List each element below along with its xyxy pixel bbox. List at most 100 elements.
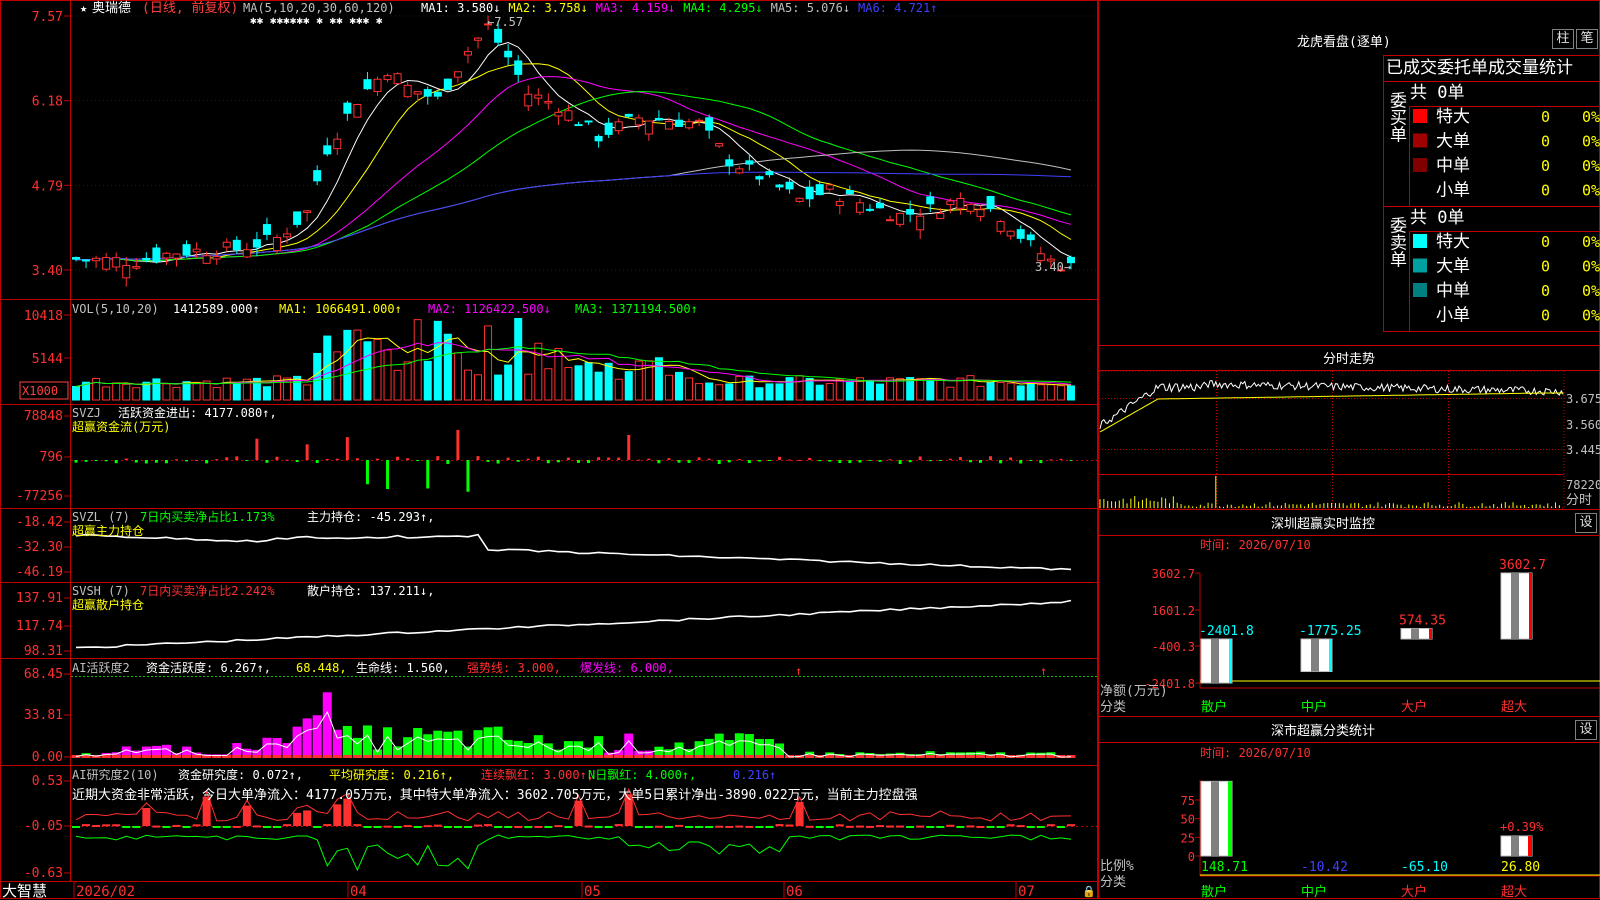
fund-flow-bar — [225, 457, 229, 460]
svzj-panel[interactable]: SVZJ 活跃资金进出: 4177.080↑, 超赢资金流(万元) 788487… — [16, 405, 1097, 504]
svsh-tick-label: 98.31 — [24, 644, 63, 659]
svzl-panel[interactable]: SVZL (7) 7日内买卖净占比1.173% 主力持仓: -45.293↑, … — [16, 509, 1072, 580]
fund-flow-bar — [898, 460, 902, 464]
monitor-bar-chart[interactable]: 3602.71601.2-400.3-2401.8-2401.8散户-1775.… — [1144, 558, 1600, 715]
fund-flow-bar — [858, 460, 862, 463]
ai-activity-panel[interactable]: ↑ ↑ AI活跃度2 资金活跃度: 6.267↑, 68.448, 生命线: 1… — [24, 660, 1097, 765]
candle-body — [785, 181, 794, 190]
classify-category-label: 散户 — [1201, 884, 1227, 900]
svzj-subtitle: 超赢资金流(万元) — [72, 419, 170, 434]
monitor-settings-button[interactable]: 设 — [1575, 513, 1597, 533]
candle-body — [252, 239, 261, 248]
stock-star-icon: ★ — [80, 1, 87, 15]
volume-bar — [232, 382, 241, 401]
research-bar — [373, 826, 382, 828]
sell-row-value: 0 — [1541, 307, 1550, 325]
ma-line — [75, 75, 1072, 262]
candle-body — [433, 91, 442, 97]
volume-bar — [765, 383, 774, 401]
volume-bar — [172, 386, 181, 401]
buy-row-pct: 0% — [1582, 157, 1600, 175]
activity-base — [734, 755, 744, 758]
research-bar — [765, 826, 774, 828]
classify-value-label: -10.42 — [1301, 860, 1348, 875]
research-bar — [936, 826, 945, 828]
activity-base — [322, 755, 332, 758]
activity-base — [925, 755, 935, 758]
candle-body — [313, 170, 322, 182]
research-bar — [855, 825, 864, 828]
monitor-tick-label: -400.3 — [1152, 640, 1195, 654]
ai-tick-label: 0.00 — [32, 750, 63, 765]
activity-line — [75, 710, 1072, 758]
fund-flow-bar — [496, 460, 500, 464]
month-label: 06 — [786, 884, 803, 900]
intraday-chart[interactable] — [1098, 370, 1565, 509]
candle-body — [654, 117, 663, 121]
research-bar — [524, 826, 533, 828]
vol-params: VOL(5,10,20) — [72, 302, 159, 316]
monitor-bar-edge — [1329, 639, 1332, 672]
activity-base — [312, 755, 322, 758]
research-bar — [162, 826, 171, 828]
ai-research-panel[interactable]: AI研究度2(10) 资金研究度: 0.072↑, 平均研究度: 0.216↑,… — [24, 767, 1097, 881]
candle-body — [514, 60, 523, 75]
candle-body — [494, 28, 503, 43]
candle-body — [92, 257, 101, 262]
volume-bar — [926, 378, 935, 401]
activity-base — [302, 755, 312, 758]
svzj-tick-label: -77256 — [16, 489, 63, 504]
activity-base — [332, 755, 342, 758]
research-bar — [283, 824, 292, 827]
fund-flow-bar — [677, 460, 681, 463]
fund-flow-bar — [838, 460, 842, 464]
candle-body — [534, 94, 543, 99]
candle-body — [152, 247, 161, 262]
activity-base — [624, 755, 634, 758]
stock-chart-canvas[interactable]: ★ 奥瑞德 (日线, 前复权) MA(5,10,20,30,60,120) MA… — [0, 0, 1600, 900]
lock-icon[interactable]: 🔒 — [1082, 885, 1096, 898]
activity-base — [955, 755, 965, 758]
price-panel[interactable]: ★ 奥瑞德 (日线, 前复权) MA(5,10,20,30,60,120) MA… — [32, 0, 1097, 287]
research-bar — [675, 824, 683, 827]
volume-bar — [524, 373, 533, 401]
research-tick-label: 0.53 — [32, 774, 63, 789]
activity-base — [523, 755, 533, 758]
ai-tick-label: 68.45 — [24, 667, 63, 682]
research-bar — [835, 824, 844, 827]
vol-tick-label: 5144 — [32, 352, 63, 367]
monitor-bar-edge — [1529, 573, 1532, 639]
research-bar — [152, 825, 161, 828]
fund-flow-bar — [999, 460, 1003, 464]
ai-l3: 生命线: 1.560, — [356, 660, 450, 675]
activity-bar — [734, 733, 744, 758]
candlesticks[interactable] — [72, 15, 1075, 287]
ma-label: MA1: 3.580↓ — [421, 1, 500, 15]
classify-bar-chart[interactable]: 75 50 25 0 148.71 散户 -10.42 中户 -65.10 大户 26.80 超大 — [1181, 780, 1600, 900]
volume-panel[interactable]: VOL(5,10,20) 1412589.000↑ MA1: 1066491.0… — [19, 302, 1075, 401]
volume-bar — [423, 360, 432, 401]
svsh-panel[interactable]: SVSH (7) 7日内买卖净占比2.242% 散户持仓: 137.211↓, … — [16, 583, 1072, 659]
research-bar — [685, 826, 694, 828]
month-label: 04 — [350, 884, 367, 900]
tick-view-button[interactable]: 笔 — [1576, 29, 1598, 49]
fund-flow-bar — [436, 456, 440, 460]
volume-bar — [182, 381, 191, 401]
activity-base — [965, 755, 975, 758]
classify-tick-label: 50 — [1181, 813, 1195, 827]
classify-settings-button[interactable]: 设 — [1575, 720, 1597, 740]
svzj-y-axis: 78848 796 -77256 — [16, 409, 70, 504]
research-bar — [484, 824, 493, 827]
bar-view-button[interactable]: 柱 — [1552, 29, 1574, 49]
activity-base — [453, 755, 463, 758]
ai-up-arrow: ↑ — [1040, 664, 1047, 678]
month-label: 05 — [584, 884, 601, 900]
volume-bar — [72, 385, 80, 401]
volume-bar — [624, 371, 633, 401]
fund-flow-bar — [918, 456, 922, 460]
candle-body — [715, 143, 724, 147]
volume-bar — [685, 377, 694, 401]
classify-axis-label1: 比例% — [1100, 859, 1134, 874]
fund-flow-bar — [968, 460, 972, 463]
activity-base — [262, 755, 272, 758]
